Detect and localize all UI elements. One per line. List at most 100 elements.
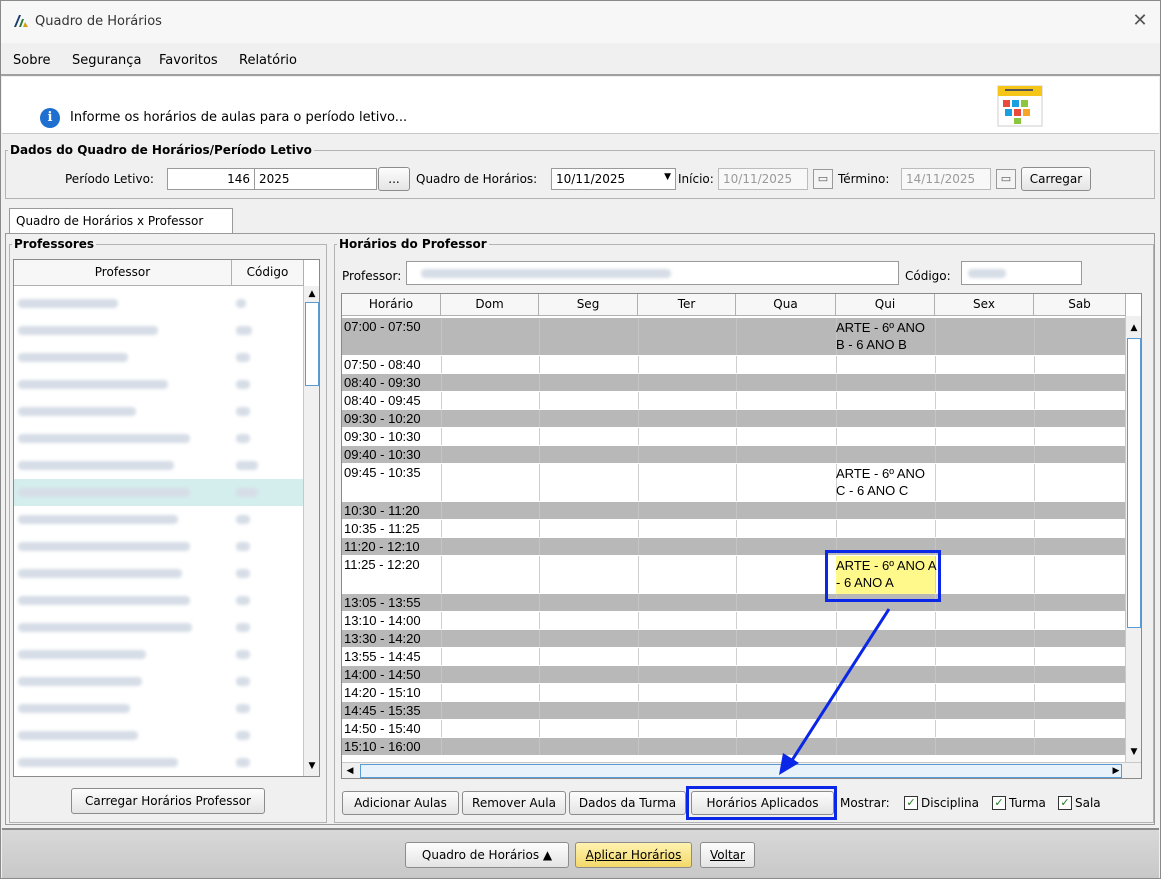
list-item[interactable] bbox=[14, 587, 304, 614]
remover-aula-button[interactable]: Remover Aula bbox=[462, 791, 566, 815]
periodo-code-field[interactable]: 146 bbox=[167, 168, 255, 190]
table-row[interactable]: 09:30 - 10:30 bbox=[342, 428, 1126, 446]
list-item[interactable] bbox=[14, 452, 304, 479]
col-header-qui[interactable]: Qui bbox=[836, 294, 935, 316]
sala-checkbox[interactable]: ✓ bbox=[1058, 796, 1072, 810]
col-header-ter[interactable]: Ter bbox=[638, 294, 736, 316]
carregar-button[interactable]: Carregar bbox=[1021, 167, 1091, 191]
col-header-sab[interactable]: Sab bbox=[1034, 294, 1126, 316]
col-header-professor[interactable]: Professor bbox=[14, 260, 232, 286]
grid-line bbox=[539, 392, 540, 409]
table-row[interactable]: 11:25 - 12:20 ARTE - 6º ANO A - 6 ANO A bbox=[342, 556, 1126, 594]
table-row[interactable]: 07:50 - 08:40 bbox=[342, 356, 1126, 374]
table-row[interactable]: 09:30 - 10:20 bbox=[342, 410, 1126, 428]
grid-line bbox=[638, 720, 639, 737]
table-row[interactable]: 14:00 - 14:50 bbox=[342, 666, 1126, 684]
periodo-year-field[interactable]: 2025 bbox=[254, 168, 377, 190]
list-item[interactable] bbox=[14, 695, 304, 722]
col-header-seg[interactable]: Seg bbox=[539, 294, 638, 316]
scroll-right-icon[interactable]: ▶ bbox=[1108, 763, 1124, 778]
table-row[interactable]: 09:45 - 10:35 ARTE - 6º ANO C - 6 ANO C bbox=[342, 464, 1126, 502]
grid-line bbox=[441, 356, 442, 373]
dados-turma-button[interactable]: Dados da Turma bbox=[569, 791, 686, 815]
list-item[interactable] bbox=[14, 425, 304, 452]
professor-field[interactable] bbox=[406, 261, 899, 285]
list-item[interactable] bbox=[14, 749, 304, 776]
codigo-field[interactable] bbox=[961, 261, 1082, 285]
grid-line bbox=[441, 702, 442, 719]
horarios-vscrollbar[interactable]: ▲ ▼ bbox=[1125, 316, 1141, 762]
list-item[interactable] bbox=[14, 614, 304, 641]
time-cell: 08:40 - 09:30 bbox=[344, 375, 421, 390]
lesson-cell[interactable]: ARTE - 6º ANO B - 6 ANO B bbox=[836, 319, 936, 353]
list-item[interactable] bbox=[14, 479, 304, 506]
table-row[interactable]: 13:30 - 14:20 bbox=[342, 630, 1126, 648]
inicio-field[interactable]: 10/11/2025 bbox=[718, 168, 808, 190]
turma-checkbox[interactable]: ✓ bbox=[992, 796, 1006, 810]
menu-favoritos[interactable]: Favoritos bbox=[159, 53, 218, 68]
scroll-left-icon[interactable]: ◀ bbox=[342, 763, 358, 778]
periodo-lookup-button[interactable]: ... bbox=[378, 167, 410, 191]
list-item[interactable] bbox=[14, 722, 304, 749]
list-item[interactable] bbox=[14, 344, 304, 371]
tab-quadro-professor[interactable]: Quadro de Horários x Professor bbox=[9, 208, 233, 234]
table-row[interactable]: 14:45 - 15:35 bbox=[342, 702, 1126, 720]
quadro-horarios-menu-button[interactable]: Quadro de Horários ▲ bbox=[405, 842, 569, 868]
table-row[interactable]: 13:10 - 14:00 bbox=[342, 612, 1126, 630]
list-item[interactable] bbox=[14, 317, 304, 344]
table-row[interactable]: 14:20 - 15:10 bbox=[342, 684, 1126, 702]
table-row[interactable]: 14:50 - 15:40 bbox=[342, 720, 1126, 738]
col-header-dom[interactable]: Dom bbox=[441, 294, 539, 316]
scroll-down-icon[interactable]: ▼ bbox=[304, 758, 319, 774]
adicionar-aulas-button[interactable]: Adicionar Aulas bbox=[342, 791, 459, 815]
table-row[interactable]: 13:55 - 14:45 bbox=[342, 648, 1126, 666]
close-icon[interactable]: ✕ bbox=[1129, 10, 1151, 32]
table-row[interactable]: 15:10 - 16:00 bbox=[342, 738, 1126, 756]
list-item[interactable] bbox=[14, 560, 304, 587]
list-item[interactable] bbox=[14, 641, 304, 668]
col-header-qua[interactable]: Qua bbox=[736, 294, 836, 316]
redacted-code bbox=[968, 269, 1006, 278]
disciplina-checkbox[interactable]: ✓ bbox=[904, 796, 918, 810]
menu-relatorio[interactable]: Relatório bbox=[239, 53, 297, 68]
termino-calendar-icon[interactable]: ▭ bbox=[996, 169, 1016, 189]
lesson-cell[interactable]: ARTE - 6º ANO C - 6 ANO C bbox=[836, 465, 936, 499]
table-row[interactable]: 09:40 - 10:30 bbox=[342, 446, 1126, 464]
professores-scrollbar[interactable]: ▲ ▼ bbox=[303, 286, 319, 776]
table-row[interactable]: 13:05 - 13:55 bbox=[342, 594, 1126, 612]
grid-hscroll-thumb[interactable] bbox=[360, 764, 1122, 778]
grid-vscroll-thumb[interactable] bbox=[1127, 338, 1141, 628]
grid-line bbox=[441, 738, 442, 755]
voltar-button[interactable]: Voltar bbox=[700, 842, 755, 868]
horarios-hscrollbar[interactable]: ◀ ▶ bbox=[342, 762, 1141, 778]
menu-sobre[interactable]: Sobre bbox=[13, 53, 51, 68]
table-row[interactable]: 10:35 - 11:25 bbox=[342, 520, 1126, 538]
table-row[interactable]: 11:20 - 12:10 bbox=[342, 538, 1126, 556]
scroll-down-icon[interactable]: ▼ bbox=[1126, 744, 1141, 760]
carregar-horarios-professor-button[interactable]: Carregar Horários Professor bbox=[71, 788, 265, 814]
quadro-select[interactable]: 10/11/2025 ▼ bbox=[551, 168, 676, 190]
grid-line bbox=[836, 502, 837, 519]
table-row[interactable]: 07:00 - 07:50 ARTE - 6º ANO B - 6 ANO B bbox=[342, 318, 1126, 356]
menu-seguranca[interactable]: Segurança bbox=[72, 53, 141, 68]
col-header-codigo[interactable]: Código bbox=[232, 260, 304, 286]
col-header-sex[interactable]: Sex bbox=[935, 294, 1034, 316]
table-row[interactable]: 08:40 - 09:30 bbox=[342, 374, 1126, 392]
aplicar-horarios-button[interactable]: Aplicar Horários bbox=[575, 842, 692, 868]
list-item[interactable] bbox=[14, 533, 304, 560]
table-row[interactable]: 08:40 - 09:45 bbox=[342, 392, 1126, 410]
list-item[interactable] bbox=[14, 776, 304, 777]
scroll-up-icon[interactable]: ▲ bbox=[1126, 320, 1141, 336]
list-item[interactable] bbox=[14, 398, 304, 425]
inicio-calendar-icon[interactable]: ▭ bbox=[813, 169, 833, 189]
list-item[interactable] bbox=[14, 668, 304, 695]
list-item[interactable] bbox=[14, 371, 304, 398]
list-item[interactable] bbox=[14, 506, 304, 533]
col-header-horário[interactable]: Horário bbox=[342, 294, 441, 316]
scroll-thumb[interactable] bbox=[305, 302, 319, 386]
termino-field[interactable]: 14/11/2025 bbox=[901, 168, 991, 190]
window-title: Quadro de Horários bbox=[35, 14, 162, 29]
list-item[interactable] bbox=[14, 290, 304, 317]
table-row[interactable]: 10:30 - 11:20 bbox=[342, 502, 1126, 520]
scroll-up-icon[interactable]: ▲ bbox=[304, 286, 319, 302]
